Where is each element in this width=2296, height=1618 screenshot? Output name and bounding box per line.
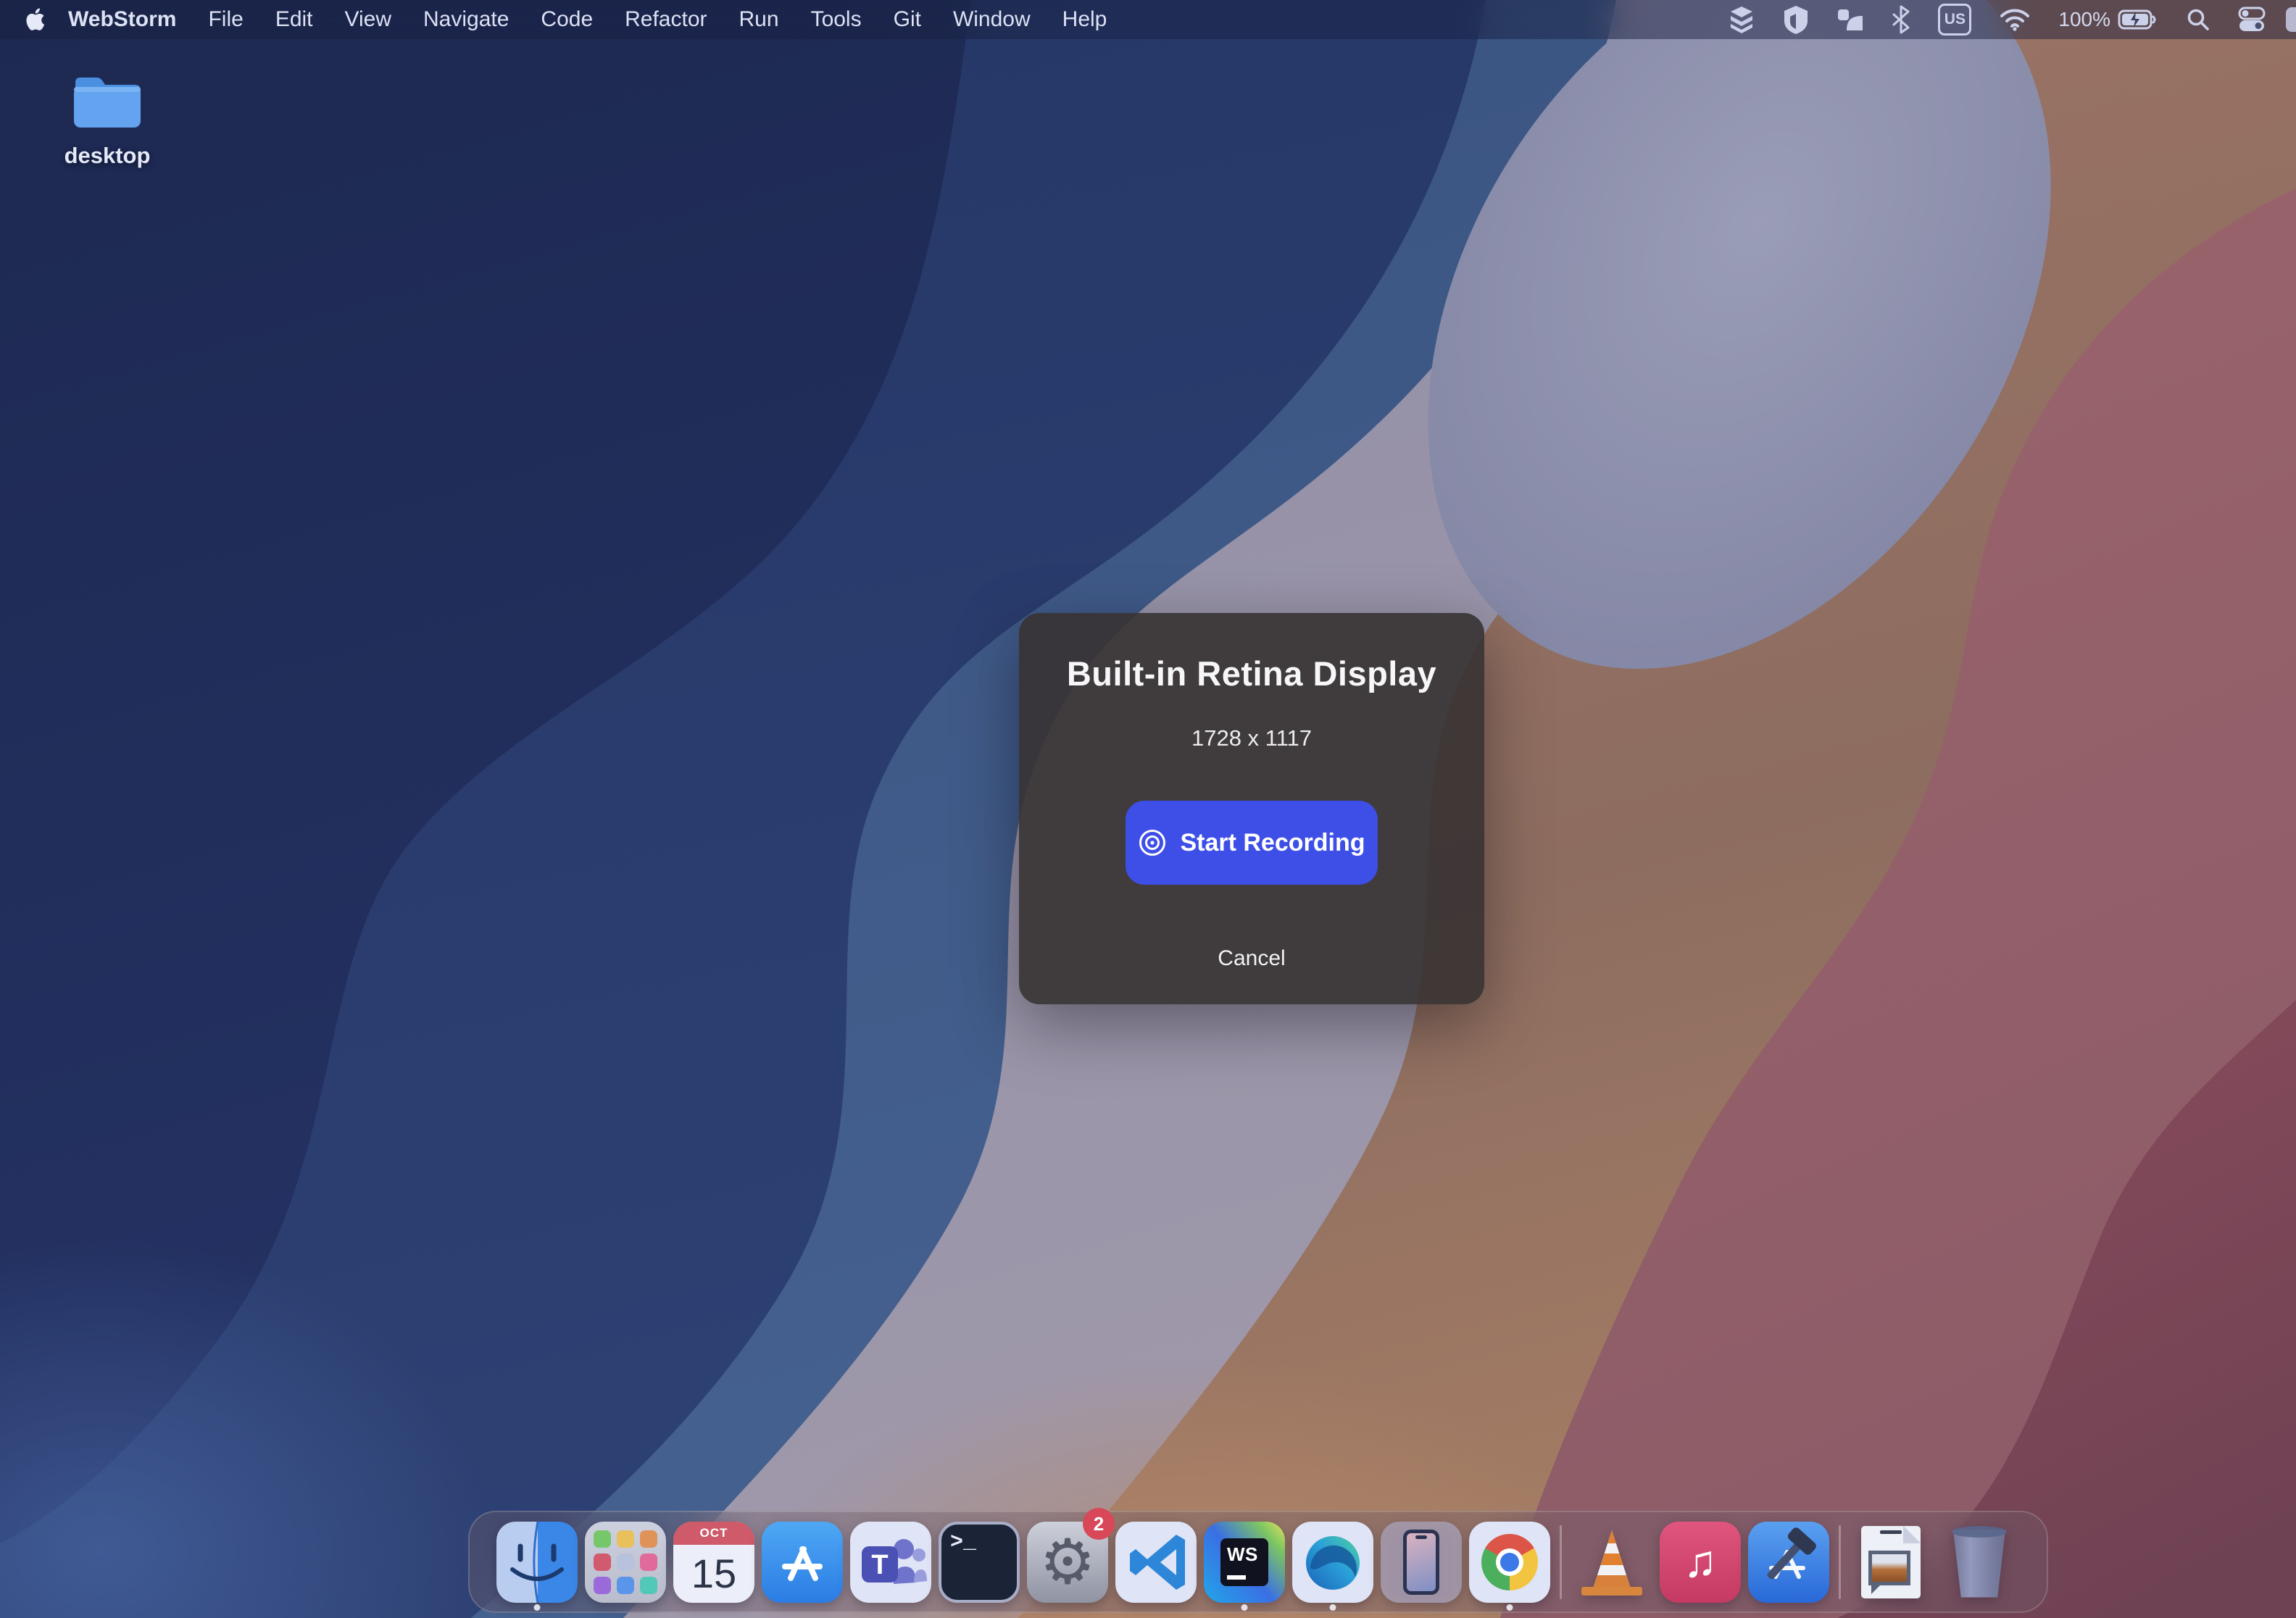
dock: OCT 15 T [468,1511,2048,1613]
dock-item-xcode[interactable] [1744,1511,1833,1613]
vlc-icon [1571,1522,1652,1603]
dialog-resolution: 1728 x 1117 [1191,725,1312,751]
apple-menu-icon[interactable] [25,7,46,33]
dock-item-trash[interactable] [1935,1511,2023,1613]
start-recording-button[interactable]: Start Recording [1126,801,1378,885]
menu-run[interactable]: Run [723,7,795,32]
menu-app-name[interactable]: WebStorm [52,7,192,32]
menu-navigate[interactable]: Navigate [407,7,525,32]
dock-item-calendar[interactable]: OCT 15 [670,1511,758,1613]
gear-icon: ⚙ [1039,1531,1095,1593]
dock-item-iphone-mirroring[interactable] [1377,1511,1465,1613]
dock-item-webstorm[interactable]: WS [1200,1511,1289,1613]
dock-item-launchpad[interactable] [581,1511,670,1613]
menu-bar-status: US 100% [1728,4,2296,36]
menu-git[interactable]: Git [878,7,937,32]
launchpad-icon [585,1522,666,1603]
calendar-icon: OCT 15 [673,1522,754,1603]
dock-item-system-settings[interactable]: ⚙ 2 [1023,1511,1112,1613]
desktop-screen: WebStorm File Edit View Navigate Code Re… [0,0,2296,1618]
menu-tools[interactable]: Tools [795,7,878,32]
keyboard-layout-indicator[interactable]: US [1938,4,1971,36]
menu-bar-left: WebStorm File Edit View Navigate Code Re… [0,7,1123,33]
calendar-day: 15 [673,1545,754,1603]
dock-item-vlc[interactable] [1568,1511,1656,1613]
battery-charging-icon [2118,9,2158,30]
dock-item-terminal[interactable]: >_ [935,1511,1023,1613]
vscode-icon [1115,1522,1197,1603]
dock-separator [1560,1525,1562,1599]
webstorm-logo-text: WS [1227,1543,1258,1566]
shapes-app-icon[interactable] [1837,6,1864,33]
menu-refactor[interactable]: Refactor [609,7,723,32]
teams-icon: T [850,1522,931,1603]
partial-status-icon [2286,7,2296,32]
notification-badge: 2 [1083,1508,1115,1540]
xcode-icon [1748,1522,1829,1603]
music-note-glyph: ♫ [1684,1536,1718,1588]
chrome-icon [1469,1522,1550,1603]
battery-status[interactable]: 100% [2058,8,2158,31]
dock-item-teams[interactable]: T [847,1511,935,1613]
folder-icon [71,71,144,132]
terminal-prompt-glyph: >_ [950,1530,976,1555]
dock-item-installer-document[interactable] [1847,1511,1935,1613]
spotlight-search-icon[interactable] [2186,7,2210,32]
menu-view[interactable]: View [329,7,407,32]
desktop-folder-label: desktop [42,143,172,169]
control-center-icon[interactable] [2238,7,2266,33]
music-icon: ♫ [1660,1522,1741,1603]
layers-app-icon[interactable] [1728,5,1755,34]
menu-window[interactable]: Window [937,7,1047,32]
menu-help[interactable]: Help [1047,7,1123,32]
dock-item-app-store[interactable] [758,1511,847,1613]
calendar-month: OCT [673,1522,754,1545]
terminal-icon: >_ [939,1522,1020,1603]
installer-document-icon [1861,1526,1921,1598]
start-recording-label: Start Recording [1180,829,1365,857]
dock-separator [1839,1525,1841,1599]
webstorm-icon: WS [1204,1522,1285,1603]
menu-edit[interactable]: Edit [259,7,329,32]
dialog-title: Built-in Retina Display [1067,654,1436,693]
finder-icon [496,1522,578,1603]
dock-item-chrome[interactable] [1465,1511,1554,1613]
bluetooth-icon[interactable] [1892,5,1910,34]
dock-item-edge[interactable] [1289,1511,1377,1613]
svg-text:T: T [871,1550,888,1580]
battery-percent: 100% [2058,8,2110,31]
shield-app-icon[interactable] [1783,5,1809,34]
dock-item-music[interactable]: ♫ [1656,1511,1744,1613]
display-recording-dialog: Built-in Retina Display 1728 x 1117 Star… [1019,613,1484,1004]
menu-file[interactable]: File [192,7,259,32]
menu-bar: WebStorm File Edit View Navigate Code Re… [0,0,2296,39]
cancel-button[interactable]: Cancel [1019,946,1484,971]
dock-item-finder[interactable] [493,1511,581,1613]
record-icon [1138,828,1167,857]
wifi-icon[interactable] [1999,7,2031,32]
trash-icon [1949,1527,2010,1598]
edge-icon [1292,1522,1373,1603]
dock-item-vscode[interactable] [1112,1511,1200,1613]
iphone-mirroring-icon [1381,1522,1462,1603]
menu-code[interactable]: Code [525,7,609,32]
desktop-folder[interactable]: desktop [42,71,172,169]
app-store-icon [762,1522,843,1603]
